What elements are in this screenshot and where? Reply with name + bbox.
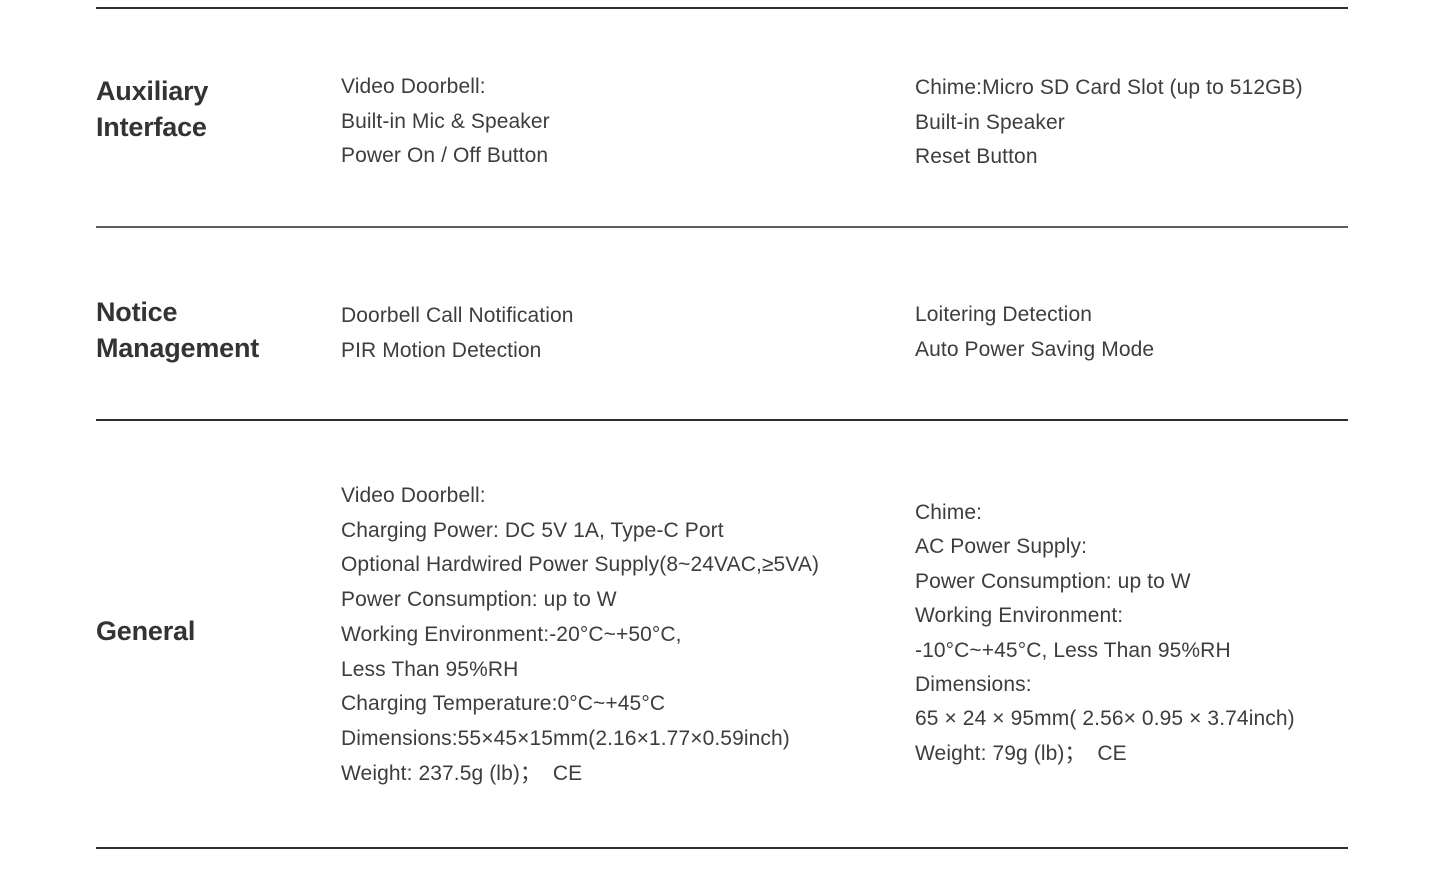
list-item: -10°C~+45°C, Less Than 95%RH — [915, 638, 1231, 662]
spec-column-secondary-notice-management: Loitering Detection Auto Power Saving Mo… — [915, 226, 1445, 367]
list-item: Built-in Speaker — [915, 110, 1065, 134]
section-heading-line-1: Auxiliary — [96, 76, 209, 106]
section-heading-line-2: Management — [96, 333, 260, 364]
list-item: Chime:Micro SD Card Slot (up to 512GB) — [915, 76, 1303, 99]
section-label-cell-general: General — [0, 419, 341, 649]
list-item: Video Doorbell: — [341, 484, 486, 507]
list-item: Power Consumption: up to W — [915, 569, 1191, 593]
spec-column-primary-notice-management: Doorbell Call Notification PIR Motion De… — [341, 226, 915, 368]
spec-list-primary-notice-management: Doorbell Call Notification PIR Motion De… — [341, 299, 915, 368]
list-item: Optional Hardwired Power Supply(8~24VAC,… — [341, 553, 820, 577]
section-heading-notice-management: Notice Management — [96, 294, 341, 367]
spec-column-secondary-general: Chime: AC Power Supply: Power Consumptio… — [915, 419, 1445, 771]
list-item: Chime: — [915, 501, 983, 524]
list-item: Reset Button — [915, 145, 1038, 169]
list-item: Charging Power: DC 5V 1A, Type-C Port — [341, 518, 724, 542]
spec-row-auxiliary-interface: Auxiliary Interface Video Doorbell: Buil… — [0, 0, 1445, 226]
divider-bottom — [96, 847, 1348, 849]
spec-column-primary-auxiliary-interface: Video Doorbell: Built-in Mic & Speaker P… — [341, 0, 915, 174]
list-item: Charging Temperature:0°C~+45°C — [341, 692, 666, 716]
spec-row-notice-management: Notice Management Doorbell Call Notifica… — [0, 226, 1445, 419]
list-item: Power On / Off Button — [341, 144, 549, 168]
section-label-cell-notice-management: Notice Management — [0, 226, 341, 367]
spec-row-general: General Video Doorbell: Charging Power: … — [0, 419, 1445, 847]
list-item: Working Environment: — [915, 604, 1124, 628]
section-heading-line-1: General — [96, 616, 196, 646]
list-item: Auto Power Saving Mode — [915, 337, 1155, 361]
section-heading-general: General — [96, 613, 341, 649]
list-item: Loitering Detection — [915, 303, 1093, 326]
spec-list-secondary-auxiliary-interface: Chime:Micro SD Card Slot (up to 512GB) B… — [915, 71, 1445, 175]
specification-sheet: Auxiliary Interface Video Doorbell: Buil… — [0, 0, 1445, 879]
list-item: Weight: 79g (lb)； CE — [915, 741, 1127, 765]
list-item: Doorbell Call Notification — [341, 304, 574, 327]
list-item: Dimensions: — [915, 673, 1032, 697]
list-item: Working Environment:-20°C~+50°C, — [341, 622, 682, 646]
section-heading-auxiliary-interface: Auxiliary Interface — [96, 73, 341, 146]
list-item: PIR Motion Detection — [341, 338, 542, 362]
list-item: Power Consumption: up to W — [341, 588, 617, 612]
list-item: AC Power Supply: — [915, 535, 1088, 559]
section-label-cell-auxiliary-interface: Auxiliary Interface — [0, 0, 341, 146]
spec-list-secondary-general: Chime: AC Power Supply: Power Consumptio… — [915, 496, 1445, 771]
section-heading-line-2: Interface — [96, 112, 207, 143]
list-item: Video Doorbell: — [341, 75, 486, 98]
list-item: Dimensions:55×45×15mm(2.16×1.77×0.59inch… — [341, 726, 790, 750]
spec-column-primary-general: Video Doorbell: Charging Power: DC 5V 1A… — [341, 419, 915, 791]
list-item: 65 × 24 × 95mm( 2.56× 0.95 × 3.74inch) — [915, 707, 1295, 731]
list-item: Less Than 95%RH — [341, 657, 519, 681]
spec-column-secondary-auxiliary-interface: Chime:Micro SD Card Slot (up to 512GB) B… — [915, 0, 1445, 175]
list-item: Weight: 237.5g (lb)； CE — [341, 761, 583, 785]
section-heading-line-1: Notice — [96, 297, 178, 327]
spec-list-primary-general: Video Doorbell: Charging Power: DC 5V 1A… — [341, 479, 915, 791]
list-item: Built-in Mic & Speaker — [341, 109, 550, 133]
spec-list-secondary-notice-management: Loitering Detection Auto Power Saving Mo… — [915, 298, 1445, 367]
spec-list-primary-auxiliary-interface: Video Doorbell: Built-in Mic & Speaker P… — [341, 70, 915, 174]
